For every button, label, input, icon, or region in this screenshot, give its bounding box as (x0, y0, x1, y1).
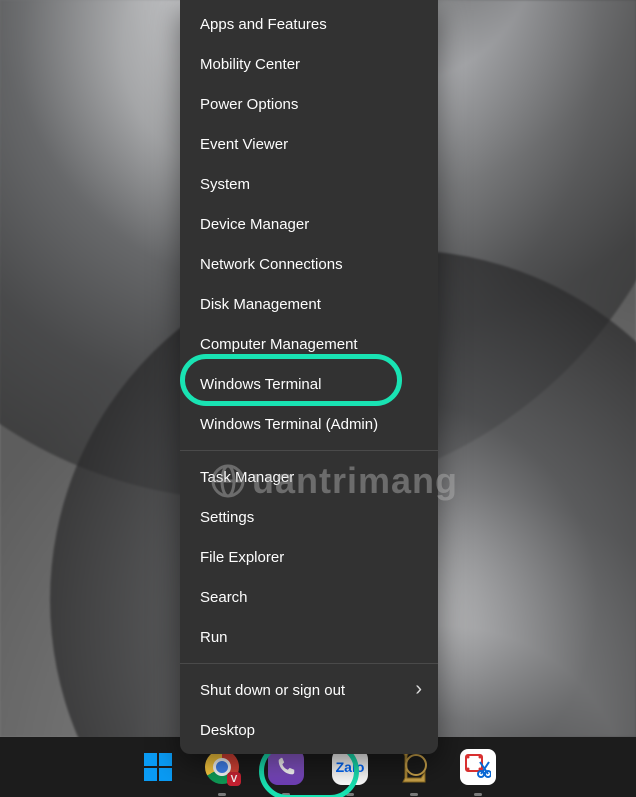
menu-item-label: Apps and Features (200, 16, 327, 33)
menu-item-computer-management[interactable]: Computer Management (180, 324, 438, 364)
menu-item-label: Power Options (200, 96, 298, 113)
menu-item-device-manager[interactable]: Device Manager (180, 204, 438, 244)
menu-item-power-options[interactable]: Power Options (180, 84, 438, 124)
menu-item-label: Shut down or sign out (200, 682, 345, 699)
windows-logo-icon (142, 751, 174, 783)
menu-item-settings[interactable]: Settings (180, 497, 438, 537)
winx-context-menu: Apps and Features Mobility Center Power … (180, 0, 438, 754)
chrome-icon: V (205, 750, 239, 784)
menu-separator (180, 663, 438, 664)
menu-item-shutdown-signout[interactable]: Shut down or sign out (180, 670, 438, 710)
menu-group: Shut down or sign out Desktop (180, 666, 438, 754)
menu-item-label: Task Manager (200, 469, 294, 486)
menu-item-desktop[interactable]: Desktop (180, 710, 438, 750)
menu-item-label: Desktop (200, 722, 255, 739)
menu-item-label: File Explorer (200, 549, 284, 566)
taskbar-app-snipping-tool[interactable] (457, 746, 499, 788)
menu-item-windows-terminal-admin[interactable]: Windows Terminal (Admin) (180, 404, 438, 444)
running-indicator (474, 793, 482, 796)
menu-item-label: Network Connections (200, 256, 343, 273)
menu-item-file-explorer[interactable]: File Explorer (180, 537, 438, 577)
running-indicator (410, 793, 418, 796)
menu-item-run[interactable]: Run (180, 617, 438, 657)
menu-item-system[interactable]: System (180, 164, 438, 204)
menu-item-search[interactable]: Search (180, 577, 438, 617)
menu-separator (180, 450, 438, 451)
menu-item-label: Device Manager (200, 216, 309, 233)
menu-item-label: Run (200, 629, 228, 646)
menu-item-label: Windows Terminal (200, 376, 321, 393)
menu-item-apps-features[interactable]: Apps and Features (180, 4, 438, 44)
menu-item-label: Settings (200, 509, 254, 526)
menu-item-mobility-center[interactable]: Mobility Center (180, 44, 438, 84)
menu-item-network-connections[interactable]: Network Connections (180, 244, 438, 284)
menu-item-label: Event Viewer (200, 136, 288, 153)
viber-icon (268, 749, 304, 785)
menu-group: Apps and Features Mobility Center Power … (180, 0, 438, 448)
zalo-icon: Zalo (332, 749, 368, 785)
taskbar-start-button[interactable] (137, 746, 179, 788)
menu-item-label: Disk Management (200, 296, 321, 313)
running-indicator (346, 793, 354, 796)
lol-icon (397, 750, 431, 784)
menu-group: Task Manager Settings File Explorer Sear… (180, 453, 438, 661)
menu-item-event-viewer[interactable]: Event Viewer (180, 124, 438, 164)
menu-item-label: Mobility Center (200, 56, 300, 73)
chrome-badge: V (227, 772, 241, 786)
menu-item-label: Windows Terminal (Admin) (200, 416, 378, 433)
scissors-icon (460, 749, 496, 785)
menu-item-label: System (200, 176, 250, 193)
menu-item-disk-management[interactable]: Disk Management (180, 284, 438, 324)
zalo-label: Zalo (336, 759, 365, 775)
running-indicator (218, 793, 226, 796)
menu-item-label: Search (200, 589, 248, 606)
menu-item-task-manager[interactable]: Task Manager (180, 457, 438, 497)
running-indicator (282, 793, 290, 796)
menu-item-label: Computer Management (200, 336, 358, 353)
menu-item-windows-terminal[interactable]: Windows Terminal (180, 364, 438, 404)
